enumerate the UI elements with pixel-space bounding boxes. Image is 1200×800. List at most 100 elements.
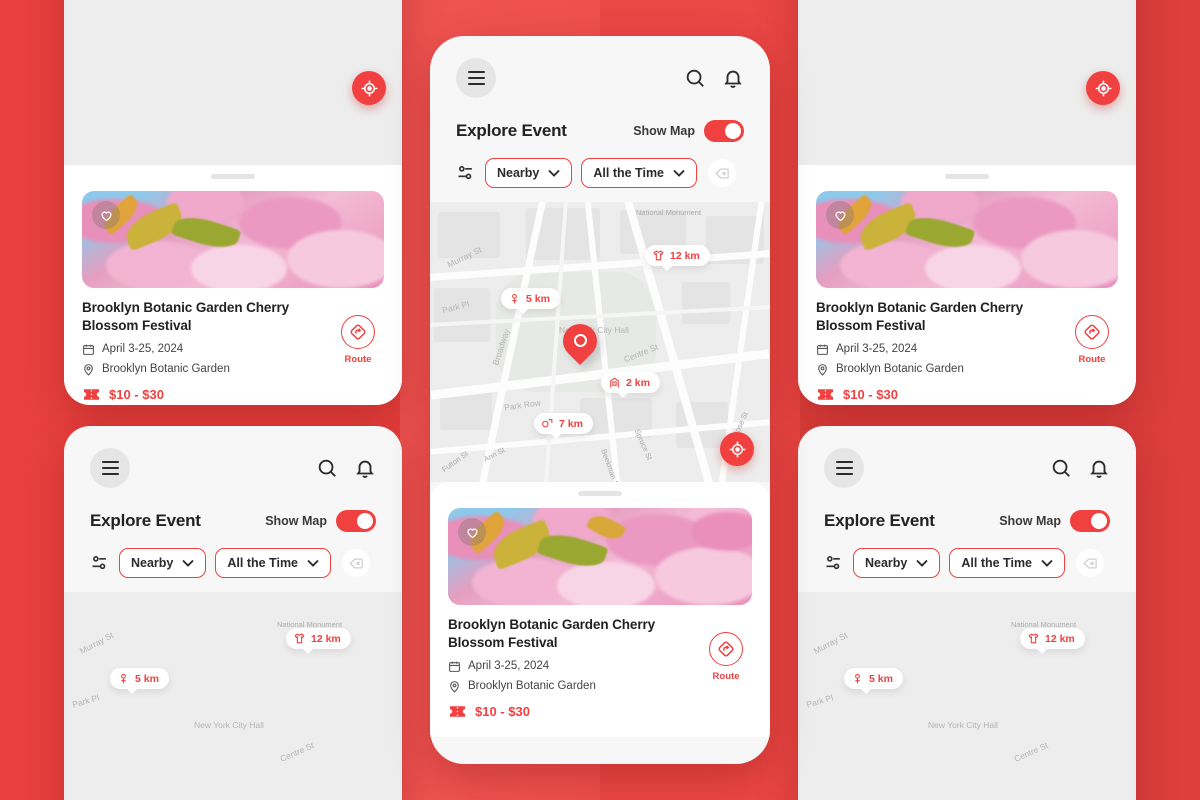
show-map-toggle[interactable] — [704, 120, 744, 142]
map-marker-shopping[interactable]: 12 km — [286, 628, 351, 654]
route-label: Route — [344, 354, 372, 365]
route-direction-icon — [709, 632, 743, 666]
hamburger-menu-icon[interactable] — [824, 448, 864, 488]
route-button[interactable]: Route — [700, 632, 752, 682]
flower-garden-icon — [508, 292, 521, 305]
theater-masks-icon — [541, 417, 554, 430]
route-label: Route — [1078, 354, 1106, 365]
marker-distance: 5 km — [869, 672, 893, 685]
map-view[interactable]: 2 km 7 km Broadway Centre St Park Row An… — [798, 0, 1136, 165]
museum-building-icon — [608, 376, 621, 389]
show-map-control[interactable]: Show Map — [999, 510, 1110, 532]
filter-chip-nearby[interactable]: Nearby — [485, 158, 573, 188]
hamburger-menu-icon[interactable] — [90, 448, 130, 488]
chip-label: All the Time — [961, 556, 1033, 570]
heart-favorite-icon — [834, 211, 846, 221]
event-location-pin[interactable] — [555, 316, 605, 370]
event-thumbnail[interactable] — [816, 191, 1118, 288]
route-label: Route — [712, 671, 740, 682]
street-label: New York City Hall — [928, 720, 998, 730]
marker-distance: 5 km — [135, 672, 159, 685]
notification-bell-icon[interactable] — [722, 67, 744, 89]
app-header: Explore Event Show Map Nearby All the Ti… — [64, 426, 402, 578]
notification-bell-icon[interactable] — [354, 457, 376, 479]
sheet-grabber[interactable] — [945, 174, 989, 179]
event-location-row: Brooklyn Botanic Garden — [816, 363, 1060, 376]
filter-chip-time[interactable]: All the Time — [949, 548, 1066, 578]
sliders-filter-icon[interactable] — [456, 163, 476, 183]
search-icon[interactable] — [316, 457, 338, 479]
clear-filters-button[interactable] — [708, 159, 737, 187]
favorite-button[interactable] — [92, 201, 120, 229]
favorite-button[interactable] — [826, 201, 854, 229]
clear-filters-button[interactable] — [1076, 549, 1105, 577]
show-map-control[interactable]: Show Map — [633, 120, 744, 142]
map-marker-theater[interactable]: 7 km — [534, 413, 593, 439]
phone-screen-bottom-right: Explore Event Show Map Nearby All the Ti… — [798, 426, 1136, 800]
map-marker-garden[interactable]: 5 km — [110, 668, 169, 694]
chip-label: All the Time — [227, 556, 299, 570]
event-date: April 3-25, 2024 — [468, 660, 550, 673]
event-date: April 3-25, 2024 — [102, 343, 184, 356]
show-map-control[interactable]: Show Map — [265, 510, 376, 532]
sheet-grabber[interactable] — [211, 174, 255, 179]
route-button[interactable]: Route — [1066, 315, 1118, 365]
notification-bell-icon[interactable] — [1088, 457, 1110, 479]
heart-favorite-icon — [466, 528, 478, 538]
map-view[interactable]: National Monument Murray St Park Pl Broa… — [430, 202, 770, 482]
marker-distance: 5 km — [526, 292, 550, 305]
hamburger-menu-icon[interactable] — [456, 58, 496, 98]
locate-me-button[interactable] — [1086, 71, 1120, 105]
search-icon[interactable] — [684, 67, 706, 89]
map-view[interactable]: 2 km 7 km Broadway Centre St Park Row An… — [64, 0, 402, 165]
route-button[interactable]: Route — [332, 315, 384, 365]
locate-target-icon — [729, 441, 745, 457]
event-price-row: $10 - $30 — [448, 704, 752, 719]
chevron-down-icon — [673, 169, 685, 177]
event-details: Brooklyn Botanic Garden Cherry Blossom F… — [82, 299, 384, 376]
event-sheet: Brooklyn Botanic Garden Cherry Blossom F… — [64, 165, 402, 405]
street-label: Centre St — [1012, 740, 1050, 764]
event-sheet: Brooklyn Botanic Garden Cherry Blossom F… — [430, 482, 770, 737]
map-view[interactable]: 12 km 5 km Murray St Park Pl National Mo… — [798, 592, 1136, 800]
filter-chip-time[interactable]: All the Time — [215, 548, 332, 578]
locate-me-button[interactable] — [352, 71, 386, 105]
favorite-button[interactable] — [458, 518, 486, 546]
map-marker-garden[interactable]: 5 km — [844, 668, 903, 694]
event-thumbnail[interactable] — [82, 191, 384, 288]
street-label: New York City Hall — [194, 720, 264, 730]
show-map-toggle[interactable] — [336, 510, 376, 532]
chevron-down-icon — [307, 559, 319, 567]
clear-filters-button[interactable] — [342, 549, 371, 577]
event-date-row: April 3-25, 2024 — [448, 660, 694, 673]
map-marker-museum[interactable]: 2 km — [601, 372, 660, 398]
filter-chip-nearby[interactable]: Nearby — [119, 548, 207, 578]
chevron-down-icon — [1041, 559, 1053, 567]
map-marker-shopping[interactable]: 12 km — [645, 245, 710, 271]
map-marker-shopping[interactable]: 12 km — [1020, 628, 1085, 654]
chip-label: Nearby — [497, 166, 540, 180]
event-thumbnail[interactable] — [448, 508, 752, 605]
sheet-grabber[interactable] — [578, 491, 622, 496]
show-map-toggle[interactable] — [1070, 510, 1110, 532]
page-title: Explore Event — [90, 511, 201, 530]
filters-row: Nearby All the Time — [824, 548, 1110, 578]
event-details: Brooklyn Botanic Garden Cherry Blossom F… — [816, 299, 1118, 376]
event-price: $10 - $30 — [475, 703, 530, 719]
street-label: Park Pl — [805, 692, 835, 710]
event-details: Brooklyn Botanic Garden Cherry Blossom F… — [448, 616, 752, 693]
street-label: National Monument — [1011, 620, 1077, 629]
sliders-filter-icon[interactable] — [824, 553, 844, 573]
map-marker-garden[interactable]: 5 km — [501, 288, 560, 314]
filter-chip-time[interactable]: All the Time — [581, 158, 698, 188]
search-icon[interactable] — [1050, 457, 1072, 479]
map-pin-icon — [448, 680, 461, 693]
event-price-row: $10 - $30 — [816, 387, 1118, 402]
event-sheet: Brooklyn Botanic Garden Cherry Blossom F… — [798, 165, 1136, 405]
calendar-icon — [448, 660, 461, 673]
filter-chip-nearby[interactable]: Nearby — [853, 548, 941, 578]
locate-me-button[interactable] — [720, 432, 754, 466]
phone-screen-top-left: 2 km 7 km Broadway Centre St Park Row An… — [64, 0, 402, 405]
map-view[interactable]: 12 km 5 km Murray St Park Pl National Mo… — [64, 592, 402, 800]
sliders-filter-icon[interactable] — [90, 553, 110, 573]
